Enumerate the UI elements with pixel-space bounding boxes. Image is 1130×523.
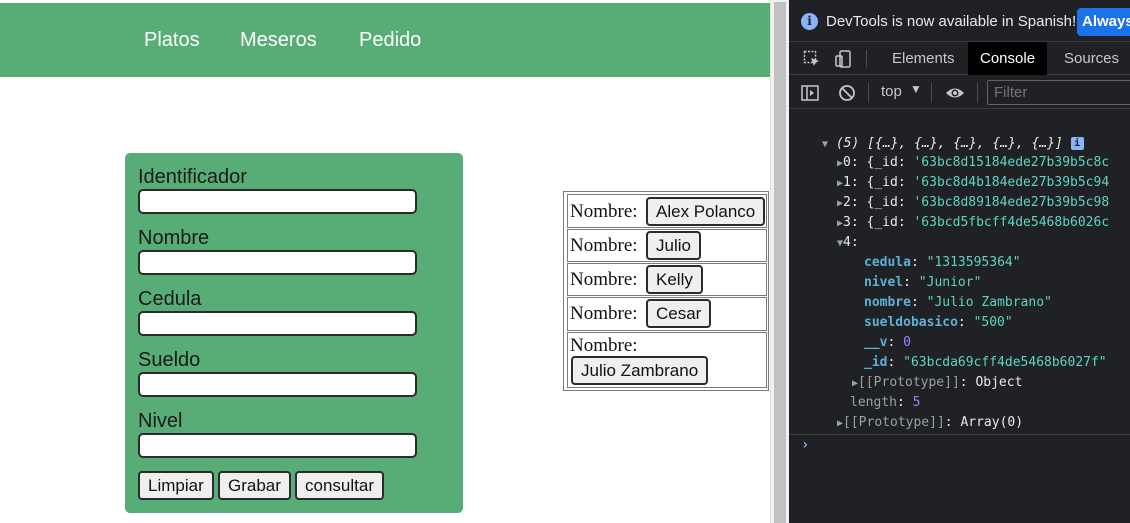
object-property: nivel: "Junior" [864,275,982,290]
table-row: Nombre: Julio Zambrano [567,332,767,388]
navbar: Platos Meseros Pedido [0,3,770,77]
web-page: Platos Meseros Pedido Identificador Nomb… [0,0,770,523]
object-property: cedula: "1313595364" [864,255,1021,270]
nav-link-pedido[interactable]: Pedido [359,28,421,52]
row-label: Nombre: [570,303,638,324]
sueldo-label: Sueldo [138,349,201,371]
tabbar-separator [866,50,867,68]
mesero-button-alex-polanco[interactable]: Alex Polanco [646,197,766,226]
nivel-input[interactable] [138,433,417,458]
limpiar-button[interactable]: Limpiar [138,471,214,500]
array-prototype-row[interactable]: ▶[[Prototype]]: Array(0) [837,413,1023,434]
mesero-button-kelly[interactable]: Kelly [646,265,703,294]
context-selector[interactable]: top [881,83,902,100]
info-icon: i [801,13,818,30]
tab-elements[interactable]: Elements [880,42,967,75]
nivel-label: Nivel [138,410,183,432]
meseros-table: Nombre: Alex Polanco Nombre: Julio Nombr… [563,191,769,391]
tab-console[interactable]: Console [968,42,1048,75]
toolbar-separator [868,83,869,103]
array-item-row[interactable]: ▶3: {_id: '63bcd5fbcff4de5468b6026c [837,213,1109,234]
console-prompt-icon[interactable]: › [801,437,809,453]
clear-console-icon[interactable] [838,84,856,102]
array-item-row[interactable]: ▶2: {_id: '63bc8d89184ede27b39b5c98 [837,193,1109,214]
page-scrollbar-thumb[interactable] [774,2,786,523]
console-output: ▼ (5) [{…}, {…}, {…}, {…}, {…}] i ▶0: {_… [789,110,1130,523]
always-match-button[interactable]: Always [1077,8,1130,36]
tab-sources[interactable]: Sources [1052,42,1130,75]
object-property: nombre: "Julio Zambrano" [864,295,1052,310]
mesero-button-julio[interactable]: Julio [646,231,701,260]
mesero-button-julio-zambrano[interactable]: Julio Zambrano [571,356,709,385]
toolbar-separator [931,83,932,103]
identificador-label: Identificador [138,166,247,188]
array-item-row-expanded[interactable]: ▼4: [837,233,859,254]
devtools-infobar: i DevTools is now available in Spanish! … [789,0,1130,42]
row-label: Nombre: [570,201,638,222]
object-property: __v: 0 [864,335,911,350]
nombre-input[interactable] [138,250,417,275]
table-row: Nombre: Kelly [567,263,767,296]
toolbar-separator [977,83,978,103]
nombre-label: Nombre [138,227,210,249]
cedula-input[interactable] [138,311,417,336]
table-row: Nombre: Cesar [567,297,767,331]
sidebar-toggle-icon[interactable] [801,84,819,102]
nav-link-meseros[interactable]: Meseros [240,28,317,52]
page-scrollbar[interactable] [770,0,789,523]
object-property: _id: "63bcda69cff4de5468b6027f" [864,355,1107,370]
array-item-row[interactable]: ▶1: {_id: '63bc8d4b184ede27b39b5c94 [837,173,1109,194]
inspect-element-icon[interactable] [803,50,821,68]
array-length-property: length: 5 [850,395,921,410]
row-label: Nombre: [570,269,638,290]
devtools-panel: i DevTools is now available in Spanish! … [789,0,1130,523]
row-label: Nombre: [570,335,638,356]
console-divider [789,434,1130,435]
device-toolbar-icon[interactable] [835,50,853,68]
array-log-line[interactable]: ▼ (5) [{…}, {…}, {…}, {…}, {…}] i [822,134,1084,155]
table-row: Nombre: Alex Polanco [567,194,767,228]
array-item-row[interactable]: ▶0: {_id: '63bc8d15184ede27b39b5c8c [837,153,1109,174]
array-summary: (5) [{…}, {…}, {…}, {…}, {…}] [835,136,1063,151]
expand-triangle-icon[interactable]: ▼ [822,139,828,150]
grabar-button[interactable]: Grabar [218,471,291,500]
mesero-form: Identificador Nombre Cedula Sueldo Nivel… [125,153,463,513]
infobar-message: DevTools is now available in Spanish! [826,13,1077,30]
identificador-input[interactable] [138,189,417,214]
object-property: sueldobasico: "500" [864,315,1013,330]
nav-link-platos[interactable]: Platos [144,28,200,52]
console-toolbar: top ▼ [789,76,1130,109]
chevron-down-icon[interactable]: ▼ [910,82,922,96]
cedula-label: Cedula [138,288,202,310]
table-row: Nombre: Julio [567,229,767,262]
info-badge-icon[interactable]: i [1070,137,1084,150]
object-prototype-row[interactable]: ▶[[Prototype]]: Object [852,373,1022,394]
live-expression-eye-icon[interactable] [945,84,965,102]
row-label: Nombre: [570,235,638,256]
devtools-tabbar: Elements Console Sources [789,42,1130,75]
mesero-button-cesar[interactable]: Cesar [646,299,712,328]
sueldo-input[interactable] [138,372,417,397]
consultar-button[interactable]: consultar [295,471,384,500]
console-filter-input[interactable] [987,80,1130,105]
